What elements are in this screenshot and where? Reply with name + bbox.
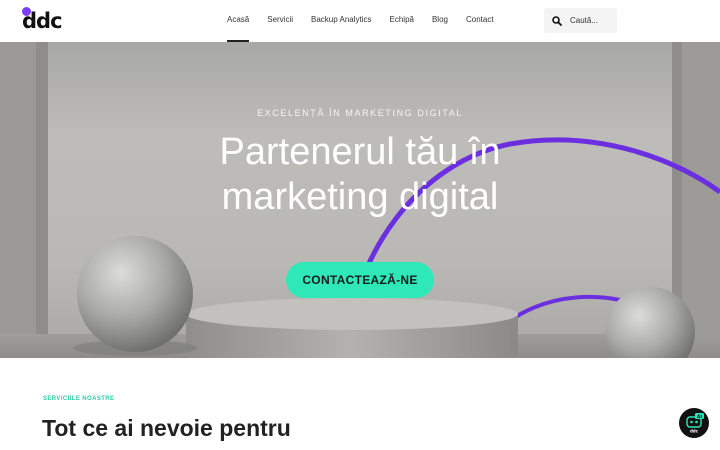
contact-us-button[interactable]: CONTACTEAZĂ-NE — [286, 262, 434, 298]
site-header: ddc Acasă Servicii Backup Analytics Echi… — [0, 0, 720, 42]
nav-item-contact[interactable]: Contact — [466, 0, 494, 42]
search-icon[interactable] — [544, 8, 570, 33]
hero-title-line-1: Partenerul tău în — [219, 131, 501, 173]
nav-item-blog[interactable]: Blog — [432, 0, 448, 42]
search-input[interactable] — [570, 16, 616, 25]
ai-badge-text: AI — [697, 414, 702, 420]
hero-title-line-2: marketing digital — [221, 176, 499, 218]
main-nav: Acasă Servicii Backup Analytics Echipă B… — [218, 0, 503, 42]
nav-item-echipa[interactable]: Echipă — [390, 0, 414, 42]
nav-item-acasa[interactable]: Acasă — [227, 0, 250, 42]
ai-chat-button[interactable]: AI ddc — [679, 408, 709, 438]
nav-item-backup-analytics[interactable]: Backup Analytics — [311, 0, 371, 42]
services-title: Tot ce ai nevoie pentru — [42, 415, 291, 441]
hero-section: EXCELENȚĂ ÎN MARKETING DIGITAL Parteneru… — [0, 42, 720, 358]
services-label: SERVICIILE NOASTRE — [43, 396, 115, 402]
logo-text: ddc — [22, 9, 63, 33]
nav-item-servicii[interactable]: Servicii — [267, 0, 293, 42]
hero-eyebrow: EXCELENȚĂ ÎN MARKETING DIGITAL — [257, 108, 463, 118]
ai-chat-icon: AI ddc — [686, 413, 704, 434]
hero-title: Partenerul tău în marketing digital — [0, 130, 720, 220]
search-box[interactable] — [544, 8, 617, 33]
ai-chat-caption: ddc — [690, 429, 699, 434]
